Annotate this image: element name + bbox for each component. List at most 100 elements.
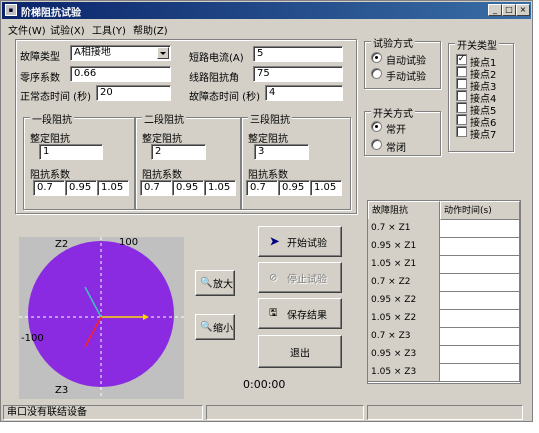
maximize-button[interactable]: □ <box>502 4 516 16</box>
zone2-setting-input[interactable]: 2 <box>151 144 206 160</box>
zone3-coef-2[interactable]: 0.95 <box>278 180 310 196</box>
normally-open-radio[interactable] <box>371 121 382 132</box>
zoom-out-button[interactable]: 🔍 缩小 <box>195 314 235 340</box>
impedance-plot: 100 -100 Z2 Z3 <box>19 237 184 399</box>
normally-open-label[interactable]: 常开 <box>386 121 406 136</box>
magnifier-plus-icon: 🔍 <box>200 277 213 289</box>
line-angle-input[interactable]: 75 <box>253 66 343 82</box>
short-current-label: 短路电流(A) <box>189 53 244 64</box>
zone2-coef-1[interactable]: 0.7 <box>140 180 172 196</box>
zone1-coef-3[interactable]: 1.05 <box>97 180 129 196</box>
zone2-coef-3[interactable]: 1.05 <box>204 180 236 196</box>
start-test-button[interactable]: ➤ 开始试验 <box>258 226 342 257</box>
menu-file[interactable]: 文件(W) <box>8 22 46 37</box>
exit-label: 退出 <box>290 348 310 359</box>
plot-left-label: -100 <box>21 333 44 344</box>
menu-test[interactable]: 试验(X) <box>50 22 85 37</box>
switch-contact-5-checkbox[interactable] <box>456 102 467 113</box>
switch-contact-7-checkbox[interactable] <box>456 126 467 137</box>
zone1-setting-label: 整定阻抗 <box>30 134 70 145</box>
manual-test-radio[interactable] <box>371 68 382 79</box>
save-results-button[interactable]: 🖫 保存结果 <box>258 298 342 329</box>
manual-test-label[interactable]: 手动试验 <box>386 68 426 83</box>
table-row-label[interactable]: 0.95 × Z2 <box>368 291 440 310</box>
switch-contact-1-checkbox[interactable]: ✓ <box>456 54 467 65</box>
menu-help[interactable]: 帮助(Z) <box>133 22 168 37</box>
stop-test-button[interactable]: ⊘ 停止试验 <box>258 262 342 293</box>
zone3-setting-label: 整定阻抗 <box>248 134 288 145</box>
table-row-time-cell[interactable] <box>440 291 520 310</box>
fault-type-label: 故障类型 <box>20 52 60 63</box>
results-table[interactable]: 故障阻抗 动作时间(s) 0.7 × Z1 0.95 × Z1 1.05 × Z1 0.7… <box>367 200 521 384</box>
zone3-coef-label: 阻抗系数 <box>248 170 288 181</box>
zoom-in-label: 放大 <box>213 279 233 291</box>
table-row-label[interactable]: 0.7 × Z1 <box>368 219 440 238</box>
test-mode-title: 试验方式 <box>371 35 415 50</box>
switch-contact-2-checkbox[interactable] <box>456 66 467 77</box>
table-row-label[interactable]: 1.05 × Z2 <box>368 309 440 328</box>
zone3-coef-1[interactable]: 0.7 <box>246 180 278 196</box>
normal-time-input[interactable]: 20 <box>96 85 171 101</box>
table-row-label[interactable]: 0.7 × Z2 <box>368 273 440 292</box>
switch-contact-3-checkbox[interactable] <box>456 78 467 89</box>
table-row-time-cell[interactable] <box>440 219 520 238</box>
minimize-button[interactable]: _ <box>488 4 502 16</box>
table-row-time-cell[interactable] <box>440 363 520 382</box>
zone3-setting-input[interactable]: 3 <box>254 144 309 160</box>
elapsed-timer: 0:00:00 <box>243 378 286 391</box>
exit-button[interactable]: 退出 <box>258 335 342 368</box>
fault-time-input[interactable]: 4 <box>265 85 343 101</box>
table-row-label[interactable]: 0.7 × Z3 <box>368 327 440 346</box>
start-test-label: 开始试验 <box>287 238 327 249</box>
zero-seq-label: 零序系数 <box>20 73 60 84</box>
zone1-coef-label: 阻抗系数 <box>30 170 70 181</box>
zone2-setting-label: 整定阻抗 <box>142 134 182 145</box>
table-row-time-cell[interactable] <box>440 255 520 274</box>
normal-time-label: 正常态时间 (秒) <box>20 92 91 103</box>
zone1-coef-1[interactable]: 0.7 <box>33 180 65 196</box>
menu-bar: 文件(W) 试验(X) 工具(Y) 帮助(Z) <box>2 20 531 37</box>
menu-tools[interactable]: 工具(Y) <box>92 22 126 37</box>
main-window: ▪ 阶梯阻抗试验 _ □ × 文件(W) 试验(X) 工具(Y) 帮助(Z) 故… <box>0 0 533 422</box>
close-button[interactable]: × <box>516 4 530 16</box>
zoom-in-button[interactable]: 🔍 放大 <box>195 270 235 296</box>
short-current-input[interactable]: 5 <box>253 46 343 62</box>
save-results-label: 保存结果 <box>287 310 327 321</box>
normally-closed-label[interactable]: 常闭 <box>386 139 406 154</box>
switch-type-title: 开关类型 <box>455 37 499 52</box>
normally-closed-radio[interactable] <box>371 139 382 150</box>
zero-seq-input[interactable]: 0.66 <box>70 66 171 82</box>
zone1-coef-2[interactable]: 0.95 <box>65 180 97 196</box>
table-row-label[interactable]: 1.05 × Z1 <box>368 255 440 274</box>
auto-test-radio[interactable] <box>371 52 382 63</box>
stop-test-label: 停止试验 <box>287 274 327 285</box>
chevron-down-icon[interactable] <box>157 47 169 59</box>
line-angle-label: 线路阻抗角 <box>189 73 239 84</box>
table-row-time-cell[interactable] <box>440 345 520 364</box>
status-pane-2 <box>206 405 364 420</box>
plot-z2-label: Z2 <box>55 239 69 250</box>
save-disk-icon: 🖫 <box>269 307 278 318</box>
status-message: 串口没有联结设备 <box>3 405 203 420</box>
header-fault-impedance: 故障阻抗 <box>368 201 440 220</box>
switch-contact-6-checkbox[interactable] <box>456 114 467 125</box>
zone2-title: 二段阻抗 <box>142 111 186 126</box>
zone3-coef-3[interactable]: 1.05 <box>310 180 342 196</box>
table-row-label[interactable]: 1.05 × Z3 <box>368 363 440 382</box>
table-row-time-cell[interactable] <box>440 237 520 256</box>
auto-test-label[interactable]: 自动试验 <box>386 52 426 67</box>
table-row-time-cell[interactable] <box>440 327 520 346</box>
zone1-setting-input[interactable]: 1 <box>39 144 103 160</box>
zoom-out-label: 缩小 <box>213 323 233 335</box>
magnifier-minus-icon: 🔍 <box>200 321 213 333</box>
table-row-label[interactable]: 0.95 × Z1 <box>368 237 440 256</box>
fault-type-select[interactable]: A相接地 <box>70 45 171 61</box>
zone2-coef-label: 阻抗系数 <box>142 170 182 181</box>
table-row-time-cell[interactable] <box>440 273 520 292</box>
switch-contact-4-checkbox[interactable] <box>456 90 467 101</box>
switch-contact-7-label[interactable]: 接点7 <box>470 126 496 141</box>
table-row-label[interactable]: 0.95 × Z3 <box>368 345 440 364</box>
zone2-coef-2[interactable]: 0.95 <box>172 180 204 196</box>
zone3-title: 三段阻抗 <box>248 111 292 126</box>
table-row-time-cell[interactable] <box>440 309 520 328</box>
